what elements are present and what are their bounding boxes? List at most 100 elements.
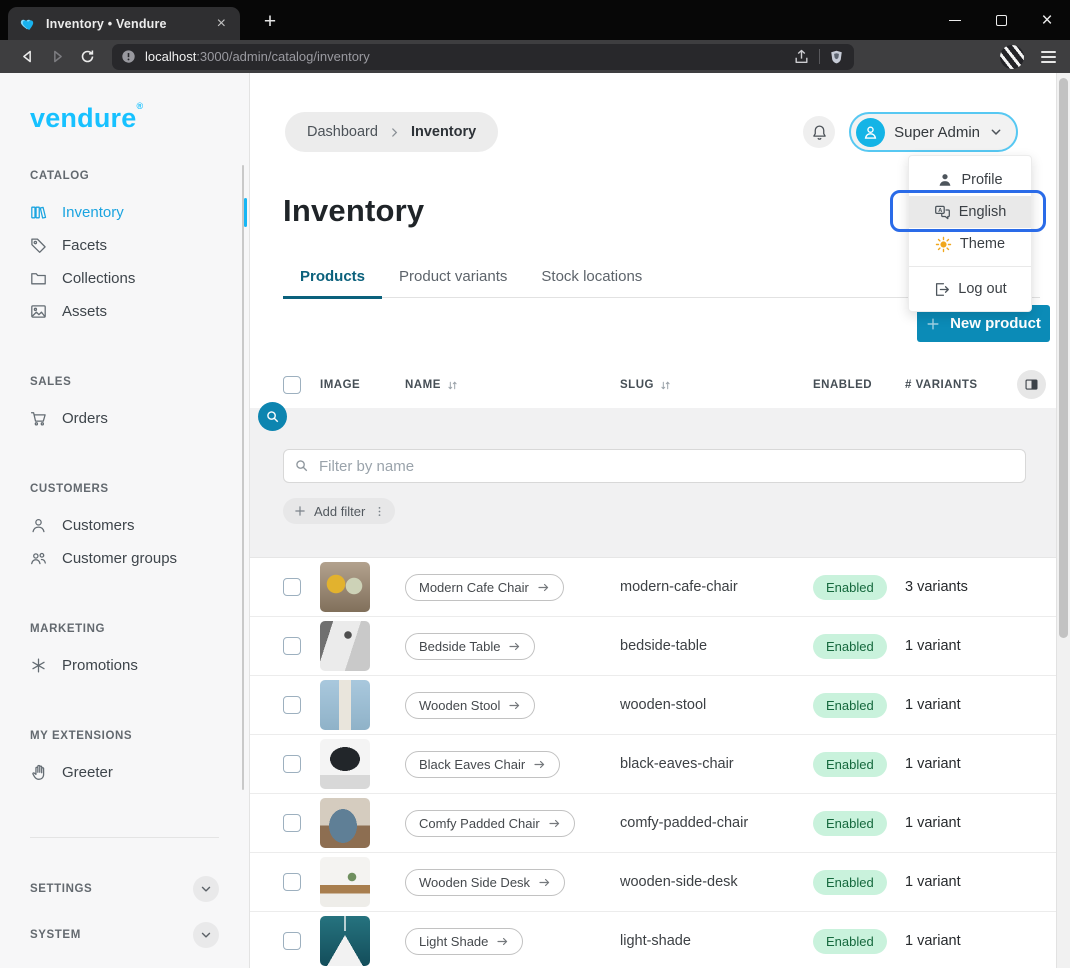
row-checkbox[interactable]	[283, 696, 301, 714]
add-filter-button[interactable]: Add filter	[283, 498, 395, 524]
window-close-button[interactable]: ×	[1024, 0, 1070, 40]
select-all-checkbox[interactable]	[283, 376, 301, 394]
sidebar-item-orders[interactable]: Orders	[0, 402, 249, 435]
page-scrollbar[interactable]	[1056, 73, 1070, 968]
sort-icon[interactable]	[659, 379, 672, 392]
column-picker-button[interactable]	[1017, 370, 1046, 399]
column-header-name[interactable]: NAME	[405, 379, 620, 392]
variant-count: 1 variant	[905, 815, 1056, 831]
window-maximize-button[interactable]	[978, 0, 1024, 40]
row-checkbox[interactable]	[283, 637, 301, 655]
product-name: Light Shade	[419, 934, 488, 949]
plus-icon	[294, 505, 306, 517]
browser-profile-avatar[interactable]	[1000, 45, 1024, 69]
new-tab-button[interactable]: +	[256, 8, 284, 36]
menu-item-log-out[interactable]: Log out	[909, 273, 1031, 305]
table-row: Black Eaves Chairblack-eaves-chairEnable…	[250, 735, 1056, 794]
product-link-chip[interactable]: Comfy Padded Chair	[405, 810, 575, 837]
scrollbar-thumb[interactable]	[1059, 78, 1068, 638]
user-name: Super Admin	[894, 124, 980, 141]
sort-icon[interactable]	[446, 379, 459, 392]
sidebar-item-customers[interactable]: Customers	[0, 509, 249, 542]
name-cell: Wooden Stool	[405, 692, 620, 719]
sidebar-item-label: Assets	[62, 303, 107, 320]
notifications-button[interactable]	[803, 116, 835, 148]
chevron-down-icon[interactable]	[193, 922, 219, 948]
tab-product-variants[interactable]: Product variants	[382, 258, 524, 297]
row-checkbox[interactable]	[283, 814, 301, 832]
product-thumbnail[interactable]	[320, 798, 370, 848]
row-checkbox[interactable]	[283, 755, 301, 773]
arrow-right-icon	[538, 876, 551, 889]
column-header-image[interactable]: IMAGE	[320, 379, 405, 391]
site-info-icon[interactable]	[121, 49, 136, 64]
product-thumbnail[interactable]	[320, 562, 370, 612]
menu-item-english[interactable]: AEnglish	[909, 196, 1031, 228]
sidebar-item-promotions[interactable]: Promotions	[0, 649, 249, 682]
arrow-right-icon	[548, 817, 561, 830]
tab-stock-locations[interactable]: Stock locations	[524, 258, 659, 297]
nav-section-label: CUSTOMERS	[30, 483, 249, 495]
row-checkbox[interactable]	[283, 578, 301, 596]
product-thumbnail[interactable]	[320, 739, 370, 789]
screen: Inventory • Vendure × + × localhost:3000…	[0, 0, 1070, 968]
sidebar-item-inventory[interactable]: Inventory	[0, 196, 249, 229]
window-minimize-button[interactable]	[932, 0, 978, 40]
chevron-down-icon[interactable]	[193, 876, 219, 902]
column-header-slug[interactable]: SLUG	[620, 379, 813, 392]
sidebar-item-greeter[interactable]: Greeter	[0, 756, 249, 789]
search-toggle-button[interactable]	[258, 402, 287, 431]
brave-shield-icon[interactable]	[829, 49, 844, 65]
user-menu-button[interactable]: Super Admin	[849, 112, 1018, 152]
sidebar-item-facets[interactable]: Facets	[0, 229, 249, 262]
product-link-chip[interactable]: Wooden Stool	[405, 692, 535, 719]
sidebar-item-label: Customer groups	[62, 550, 177, 567]
nav-section-label: MY EXTENSIONS	[30, 730, 249, 742]
product-link-chip[interactable]: Wooden Side Desk	[405, 869, 565, 896]
sidebar-scrollbar[interactable]	[242, 165, 244, 790]
menu-item-theme[interactable]: Theme	[909, 228, 1031, 260]
forward-icon[interactable]	[42, 44, 72, 70]
nav-section-label: CATALOG	[30, 170, 249, 182]
row-checkbox[interactable]	[283, 932, 301, 950]
product-link-chip[interactable]: Modern Cafe Chair	[405, 574, 564, 601]
menu-icon[interactable]	[1041, 51, 1056, 63]
sidebar-item-assets[interactable]: Assets	[0, 295, 249, 328]
share-icon[interactable]	[793, 48, 810, 65]
profile-icon	[937, 172, 953, 188]
collapsed-section-label: SYSTEM	[30, 929, 81, 941]
product-thumbnail[interactable]	[320, 857, 370, 907]
sidebar-section-settings[interactable]: SETTINGS	[0, 866, 249, 912]
tab-products[interactable]: Products	[283, 258, 382, 297]
row-checkbox[interactable]	[283, 873, 301, 891]
tab-title: Inventory • Vendure	[46, 17, 213, 31]
tag-icon	[30, 237, 47, 254]
status-badge: Enabled	[813, 575, 887, 600]
product-link-chip[interactable]: Black Eaves Chair	[405, 751, 560, 778]
sidebar-section-system[interactable]: SYSTEM	[0, 912, 249, 958]
sidebar-item-collections[interactable]: Collections	[0, 262, 249, 295]
address-bar[interactable]: localhost:3000/admin/catalog/inventory	[112, 44, 854, 70]
table-row: Wooden Side Deskwooden-side-deskEnabled1…	[250, 853, 1056, 912]
image-cell	[320, 621, 405, 671]
kebab-menu-icon[interactable]	[373, 505, 386, 518]
breadcrumb-inventory[interactable]: Inventory	[411, 124, 476, 140]
product-link-chip[interactable]: Light Shade	[405, 928, 523, 955]
sidebar-item-label: Inventory	[62, 204, 124, 221]
sidebar-item-customer-groups[interactable]: Customer groups	[0, 542, 249, 575]
product-link-chip[interactable]: Bedside Table	[405, 633, 535, 660]
enabled-cell: Enabled	[813, 811, 905, 836]
tab-close-icon[interactable]: ×	[213, 14, 230, 34]
back-icon[interactable]	[12, 44, 42, 70]
product-thumbnail[interactable]	[320, 621, 370, 671]
reload-icon[interactable]	[72, 44, 102, 70]
product-thumbnail[interactable]	[320, 680, 370, 730]
product-thumbnail[interactable]	[320, 916, 370, 966]
filter-input[interactable]	[283, 449, 1026, 483]
sidebar-item-label: Facets	[62, 237, 107, 254]
breadcrumb-dashboard[interactable]: Dashboard	[307, 124, 378, 140]
menu-item-label: English	[959, 204, 1007, 220]
browser-tab[interactable]: Inventory • Vendure ×	[8, 7, 240, 40]
menu-item-profile[interactable]: Profile	[909, 164, 1031, 196]
column-header-enabled[interactable]: ENABLED	[813, 379, 905, 391]
